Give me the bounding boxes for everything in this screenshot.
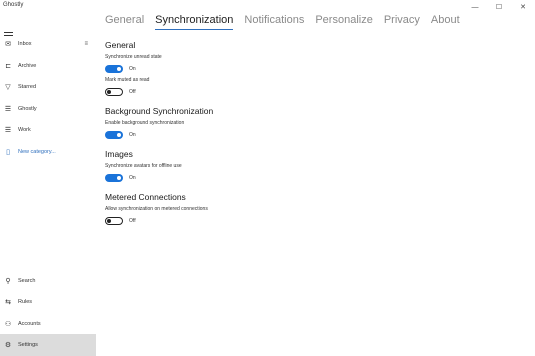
sidebar-item-label: Starred	[18, 84, 37, 90]
sidebar-item-label: Settings	[18, 342, 38, 348]
sync-unread-label: Synchronize unread state	[105, 54, 162, 60]
mark-muted-state: Off	[129, 88, 136, 95]
sidebar-item-label: New category...	[18, 149, 56, 155]
app-title: Ghostly	[3, 2, 24, 8]
background-sync-toggle[interactable]	[105, 130, 123, 139]
list-icon: ☰	[4, 105, 12, 113]
sidebar-item-label: Ghostly	[18, 106, 37, 112]
sidebar-item-new-category[interactable]: ▯ New category...	[0, 143, 96, 161]
settings-content: General Synchronize unread state On Mark…	[105, 40, 525, 226]
tab-about[interactable]: About	[431, 14, 460, 30]
metered-sync-toggle[interactable]	[105, 216, 123, 225]
background-sync-state: On	[129, 131, 136, 138]
section-title-images: Images	[105, 149, 133, 159]
sidebar: ✉ Inbox ≡ ⊏ Archive ▽ Starred ☰ Ghostly …	[0, 14, 96, 356]
filter-icon: ▽	[5, 83, 11, 91]
sidebar-item-ghostly[interactable]: ☰ Ghostly	[0, 100, 96, 118]
section-title-background: Background Synchronization	[105, 106, 214, 116]
sync-unread-state: On	[129, 65, 136, 72]
settings-icon: ⚙	[4, 341, 12, 349]
sidebar-item-label: Accounts	[18, 321, 41, 327]
sidebar-item-accounts[interactable]: ⚇ Accounts	[0, 315, 96, 333]
sidebar-item-archive[interactable]: ⊏ Archive	[0, 57, 96, 75]
inbox-more-icon: ≡	[84, 41, 88, 47]
background-sync-label: Enable background synchronization	[105, 120, 185, 126]
metered-sync-state: Off	[129, 217, 136, 224]
new-category-icon: ▯	[6, 148, 10, 156]
sidebar-item-starred[interactable]: ▽ Starred	[0, 78, 96, 96]
sidebar-item-label: Inbox	[18, 41, 32, 47]
tab-synchronization[interactable]: Synchronization	[155, 14, 234, 30]
title-bar: Ghostly — ☐ ✕	[0, 0, 535, 14]
sync-unread-toggle[interactable]	[105, 64, 123, 73]
minimize-button[interactable]: —	[463, 0, 487, 14]
sidebar-item-search[interactable]: ⚲ Search	[0, 272, 96, 290]
rules-icon: ⇆	[5, 298, 11, 306]
sidebar-item-inbox[interactable]: ✉ Inbox ≡	[0, 35, 96, 53]
accounts-icon: ⚇	[4, 320, 12, 328]
tab-personalize[interactable]: Personalize	[315, 14, 372, 30]
close-button[interactable]: ✕	[511, 0, 535, 14]
sidebar-item-label: Work	[18, 127, 31, 133]
sidebar-item-settings[interactable]: ⚙ Settings	[0, 334, 96, 356]
sync-avatars-label: Synchronize avatars for offline use	[105, 163, 182, 169]
section-title-general: General	[105, 40, 136, 50]
sidebar-item-label: Search	[18, 278, 36, 284]
settings-tabs: General Synchronization Notifications Pe…	[105, 14, 471, 30]
sidebar-item-rules[interactable]: ⇆ Rules	[0, 293, 96, 311]
list-icon: ☰	[4, 126, 12, 134]
sync-avatars-toggle[interactable]	[105, 173, 123, 182]
sidebar-item-label: Rules	[18, 299, 33, 305]
section-title-metered: Metered Connections	[105, 192, 186, 202]
tab-notifications[interactable]: Notifications	[244, 14, 304, 30]
search-icon: ⚲	[5, 277, 11, 285]
maximize-button[interactable]: ☐	[487, 0, 511, 14]
mark-muted-toggle[interactable]	[105, 87, 123, 96]
archive-icon: ⊏	[5, 62, 11, 70]
tab-general[interactable]: General	[105, 14, 144, 30]
sync-avatars-state: On	[129, 174, 136, 181]
mark-muted-label: Mark muted as read	[105, 77, 150, 83]
metered-sync-label: Allow synchronization on metered connect…	[105, 206, 208, 212]
sidebar-item-work[interactable]: ☰ Work	[0, 121, 96, 139]
tab-privacy[interactable]: Privacy	[384, 14, 420, 30]
sidebar-item-label: Archive	[18, 63, 37, 69]
inbox-icon: ✉	[5, 40, 11, 48]
